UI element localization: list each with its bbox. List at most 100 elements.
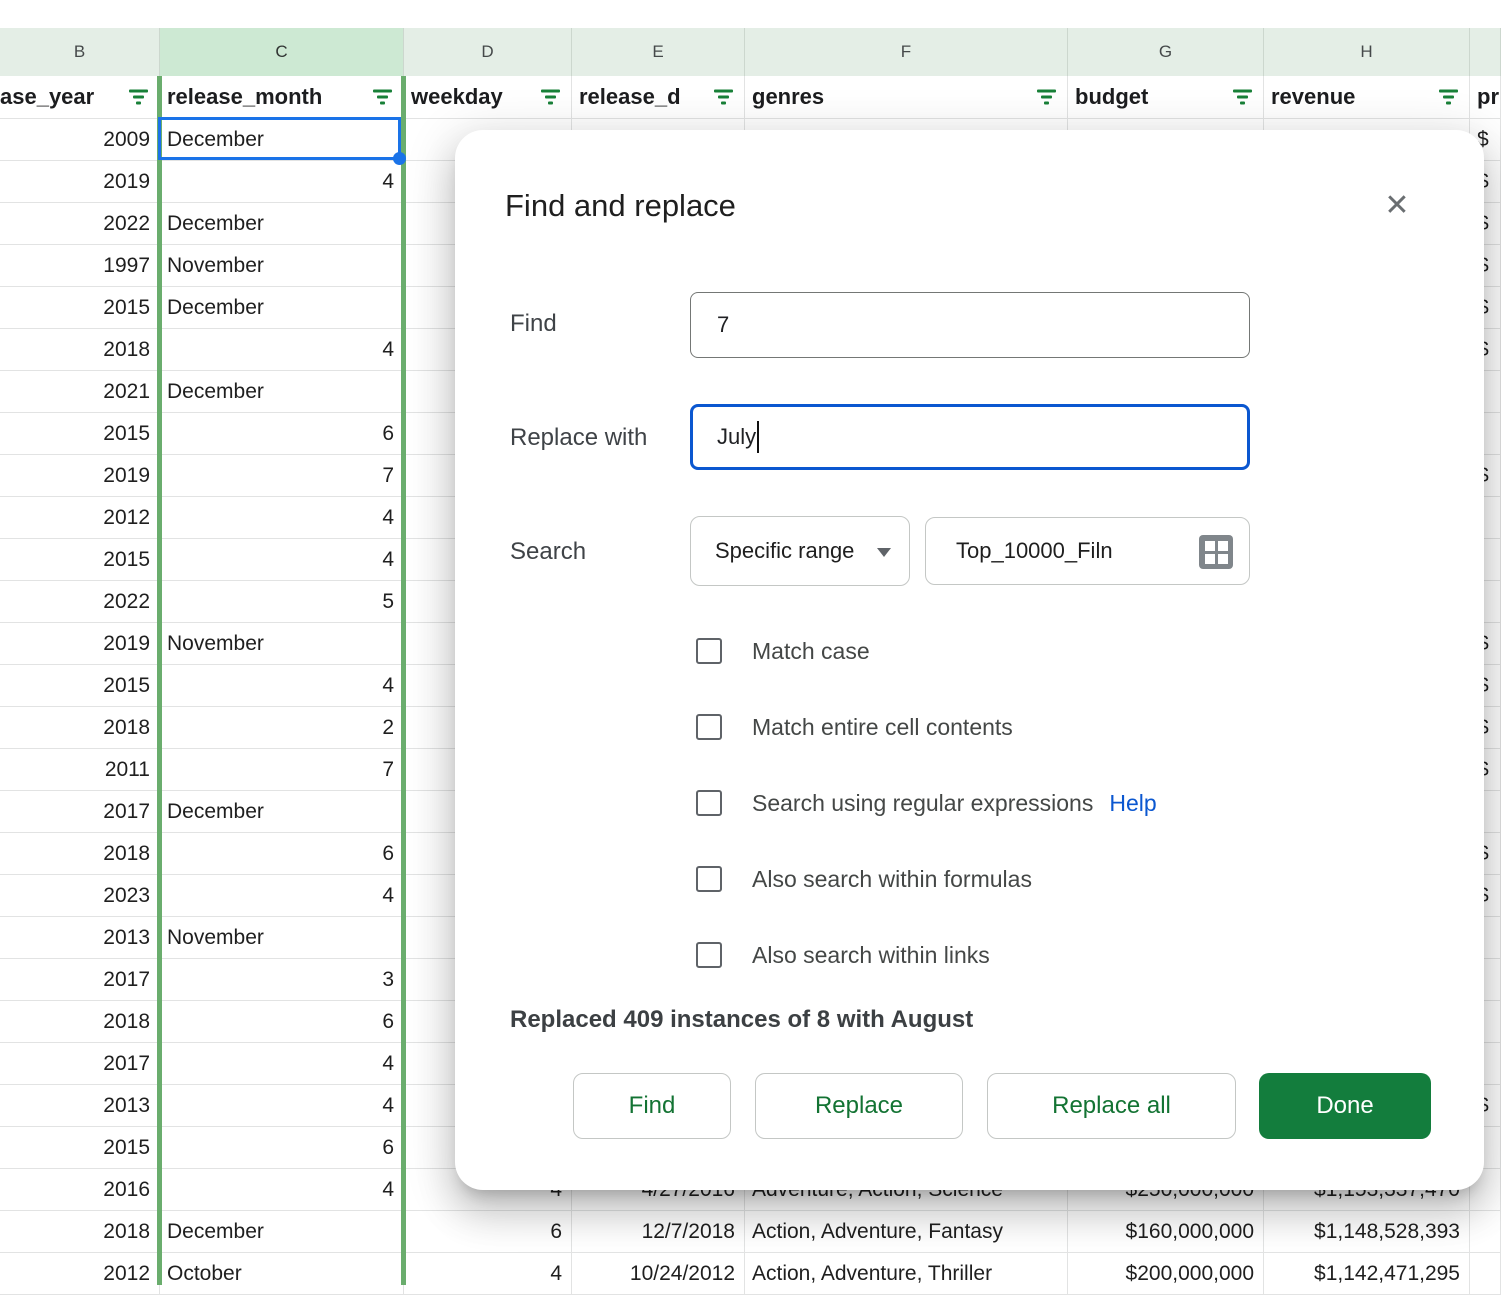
cell-budget[interactable]: $200,000,000 [1068, 1253, 1264, 1295]
cell-year[interactable]: 2017 [0, 1043, 160, 1085]
cell-year[interactable]: 2017 [0, 791, 160, 833]
cell-year[interactable]: 2018 [0, 1001, 160, 1043]
cell-month[interactable]: 3 [160, 959, 404, 1001]
search-formulas-checkbox[interactable] [696, 866, 722, 892]
cell-year[interactable]: 2018 [0, 329, 160, 371]
find-button[interactable]: Find [573, 1073, 731, 1139]
cell-month[interactable]: November [160, 917, 404, 959]
column-letter-G[interactable]: G [1068, 28, 1264, 76]
cell-year[interactable]: 2012 [0, 1253, 160, 1295]
cell-year[interactable]: 2022 [0, 203, 160, 245]
cell-year[interactable]: 2023 [0, 875, 160, 917]
close-icon[interactable]: ✕ [1375, 183, 1419, 227]
cell-month[interactable]: 6 [160, 833, 404, 875]
cell-month[interactable]: 4 [160, 875, 404, 917]
filter-icon[interactable] [128, 90, 148, 105]
cell-month[interactable]: 4 [160, 329, 404, 371]
cell-month[interactable]: December [160, 371, 404, 413]
cell-month[interactable]: 5 [160, 581, 404, 623]
cell-month[interactable]: December [160, 203, 404, 245]
cell-month[interactable]: 4 [160, 665, 404, 707]
header-cell-weekday[interactable]: weekday [404, 76, 572, 119]
search-scope-dropdown[interactable]: Specific range [690, 516, 910, 586]
header-cell-release_month[interactable]: release_month [160, 76, 404, 119]
find-input[interactable]: 7 [690, 292, 1250, 358]
cell-year[interactable]: 2015 [0, 539, 160, 581]
regex-checkbox[interactable] [696, 790, 722, 816]
cell-month[interactable]: 4 [160, 1169, 404, 1211]
column-letter-partial[interactable] [1470, 28, 1501, 76]
cell-month[interactable]: December [160, 1211, 404, 1253]
done-button[interactable]: Done [1259, 1073, 1431, 1139]
header-cell-pr[interactable]: pr [1470, 76, 1501, 119]
cell-month[interactable]: 4 [160, 1085, 404, 1127]
cell-month[interactable]: 2 [160, 707, 404, 749]
cell-year[interactable]: 2018 [0, 707, 160, 749]
cell-year[interactable]: 2019 [0, 623, 160, 665]
cell-year[interactable]: 2012 [0, 497, 160, 539]
help-link[interactable]: Help [1109, 790, 1156, 817]
filter-icon[interactable] [713, 90, 733, 105]
cell-year[interactable]: 2015 [0, 413, 160, 455]
cell-month[interactable]: November [160, 245, 404, 287]
cell-profit[interactable] [1470, 1253, 1501, 1295]
cell-year[interactable]: 2018 [0, 833, 160, 875]
cell-revenue[interactable]: $1,148,528,393 [1264, 1211, 1470, 1253]
fill-handle[interactable] [393, 152, 406, 165]
match-entire-cell-checkbox[interactable] [696, 714, 722, 740]
cell-date[interactable]: 12/7/2018 [572, 1211, 745, 1253]
match-case-checkbox[interactable] [696, 638, 722, 664]
cell-month[interactable]: 6 [160, 413, 404, 455]
replace-button[interactable]: Replace [755, 1073, 963, 1139]
cell-date[interactable]: 10/24/2012 [572, 1253, 745, 1295]
column-letter-F[interactable]: F [745, 28, 1068, 76]
cell-year[interactable]: 2019 [0, 455, 160, 497]
cell-year[interactable]: 2022 [0, 581, 160, 623]
header-cell-release_d[interactable]: release_d [572, 76, 745, 119]
header-cell-revenue[interactable]: revenue [1264, 76, 1470, 119]
column-letter-B[interactable]: B [0, 28, 160, 76]
column-letter-H[interactable]: H [1264, 28, 1470, 76]
cell-year[interactable]: 1997 [0, 245, 160, 287]
search-links-checkbox[interactable] [696, 942, 722, 968]
cell-month[interactable]: 7 [160, 749, 404, 791]
replace-input[interactable]: July [690, 404, 1250, 470]
column-letter-C[interactable]: C [160, 28, 404, 76]
cell-month[interactable]: October [160, 1253, 404, 1295]
column-letter-D[interactable]: D [404, 28, 572, 76]
cell-revenue[interactable]: $1,142,471,295 [1264, 1253, 1470, 1295]
header-cell-ase_year[interactable]: ase_year [0, 76, 160, 119]
cell-genres[interactable]: Action, Adventure, Thriller [745, 1253, 1068, 1295]
cell-year[interactable]: 2019 [0, 161, 160, 203]
cell-weekday[interactable]: 6 [404, 1211, 572, 1253]
cell-month[interactable]: 4 [160, 539, 404, 581]
select-range-grid-icon[interactable] [1199, 535, 1233, 569]
cell-month[interactable]: 4 [160, 161, 404, 203]
cell-year[interactable]: 2017 [0, 959, 160, 1001]
cell-year[interactable]: 2015 [0, 665, 160, 707]
filter-icon[interactable] [1036, 90, 1056, 105]
cell-profit[interactable] [1470, 1211, 1501, 1253]
column-letter-E[interactable]: E [572, 28, 745, 76]
filter-icon[interactable] [1438, 90, 1458, 105]
cell-month[interactable]: 6 [160, 1001, 404, 1043]
cell-year[interactable]: 2018 [0, 1211, 160, 1253]
filter-icon[interactable] [540, 90, 560, 105]
range-input[interactable]: Top_10000_Filn [925, 517, 1250, 585]
cell-month[interactable]: November [160, 623, 404, 665]
cell-year[interactable]: 2015 [0, 1127, 160, 1169]
cell-year[interactable]: 2009 [0, 119, 160, 161]
cell-month[interactable]: 4 [160, 1043, 404, 1085]
cell-weekday[interactable]: 4 [404, 1253, 572, 1295]
header-cell-genres[interactable]: genres [745, 76, 1068, 119]
cell-year[interactable]: 2013 [0, 1085, 160, 1127]
replace-all-button[interactable]: Replace all [987, 1073, 1236, 1139]
cell-month[interactable]: 7 [160, 455, 404, 497]
cell-genres[interactable]: Action, Adventure, Fantasy [745, 1211, 1068, 1253]
header-cell-budget[interactable]: budget [1068, 76, 1264, 119]
cell-year[interactable]: 2016 [0, 1169, 160, 1211]
cell-year[interactable]: 2015 [0, 287, 160, 329]
cell-month[interactable]: December [160, 791, 404, 833]
cell-year[interactable]: 2011 [0, 749, 160, 791]
cell-year[interactable]: 2021 [0, 371, 160, 413]
